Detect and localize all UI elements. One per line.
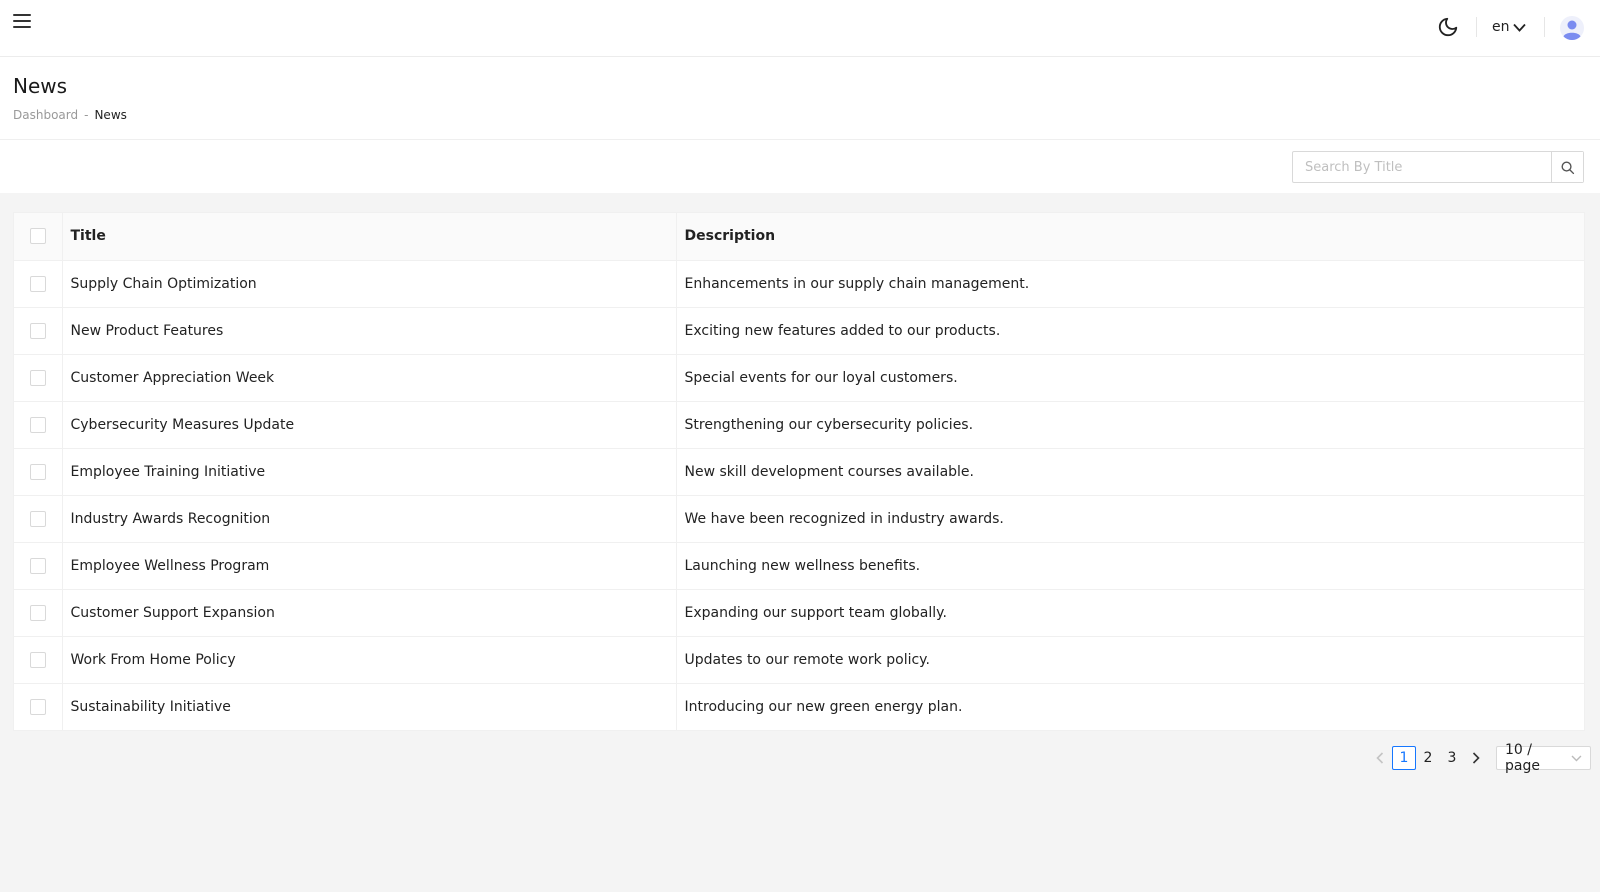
table-row[interactable]: Cybersecurity Measures Update Strengtheni… — [14, 401, 1584, 449]
moon-icon[interactable] — [1437, 16, 1459, 38]
row-select-cell — [14, 260, 63, 308]
row-checkbox[interactable] — [29, 557, 46, 574]
row-checkbox[interactable] — [29, 416, 46, 433]
divider — [1476, 17, 1477, 37]
cell-title: Sustainability Initiative — [62, 683, 677, 730]
cell-description: Updates to our remote work policy. — [676, 636, 1584, 684]
language-selector[interactable]: en — [1492, 18, 1526, 36]
cell-description: Expanding our support team globally. — [676, 589, 1584, 637]
page-size-value: 10 / page — [1505, 742, 1540, 774]
pagination: 123 10 / page — [1368, 742, 1591, 774]
chevron-right-icon — [1472, 752, 1480, 764]
row-select-cell — [14, 448, 63, 496]
table-header-row: Title Description — [14, 213, 1584, 261]
cell-description: Launching new wellness benefits. — [676, 542, 1584, 590]
table-row[interactable]: Employee Training Initiative New skill de… — [14, 448, 1584, 496]
table-toolbar — [0, 140, 1600, 193]
table-row[interactable]: Employee Wellness Program Launching new w… — [14, 542, 1584, 590]
row-select-cell — [14, 683, 63, 730]
row-checkbox[interactable] — [29, 604, 46, 621]
row-select-cell — [14, 495, 63, 543]
cell-title: Supply Chain Optimization — [62, 260, 677, 308]
row-checkbox[interactable] — [29, 322, 46, 339]
table-row[interactable]: Supply Chain Optimization Enhancements in… — [14, 260, 1584, 308]
search-input[interactable] — [1293, 152, 1551, 182]
page-2-button[interactable]: 2 — [1416, 746, 1440, 770]
chevron-down-icon — [1512, 23, 1526, 32]
row-checkbox[interactable] — [29, 651, 46, 668]
table-row[interactable]: Sustainability Initiative Introducing our… — [14, 683, 1584, 730]
next-page-button[interactable] — [1464, 746, 1488, 770]
row-checkbox[interactable] — [29, 510, 46, 527]
news-table: Title Description Supply Chain Optimizat… — [13, 212, 1585, 731]
row-select-cell — [14, 589, 63, 637]
column-header-description[interactable]: Description — [676, 213, 1584, 261]
breadcrumb: Dashboard - News — [13, 108, 127, 122]
cell-description: Strengthening our cybersecurity policies… — [676, 401, 1584, 449]
search-icon — [1561, 161, 1575, 174]
table-row[interactable]: Customer Appreciation Week Special events… — [14, 354, 1584, 402]
select-all-checkbox[interactable] — [29, 228, 46, 245]
column-header-title[interactable]: Title — [62, 213, 677, 261]
cell-title: Customer Support Expansion — [62, 589, 677, 637]
cell-title: Work From Home Policy — [62, 636, 677, 684]
row-checkbox[interactable] — [29, 369, 46, 386]
row-select-cell — [14, 354, 63, 402]
row-checkbox[interactable] — [29, 275, 46, 292]
cell-title: Customer Appreciation Week — [62, 354, 677, 402]
cell-description: New skill development courses available. — [676, 448, 1584, 496]
page-size-select[interactable]: 10 / page — [1496, 742, 1591, 774]
divider — [1544, 17, 1545, 37]
page-header: News Dashboard - News — [0, 57, 1600, 140]
cell-title: Cybersecurity Measures Update — [62, 401, 677, 449]
page-1-button[interactable]: 1 — [1392, 746, 1416, 770]
row-select-cell — [14, 542, 63, 590]
cell-description: Introducing our new green energy plan. — [684, 698, 963, 715]
breadcrumb-current: News — [94, 108, 127, 122]
row-select-cell — [14, 636, 63, 684]
search-button[interactable] — [1551, 152, 1583, 182]
language-label: en — [1492, 19, 1510, 35]
row-select-cell — [14, 401, 63, 449]
user-avatar-icon[interactable] — [1560, 16, 1584, 41]
chevron-left-icon — [1376, 752, 1384, 764]
breadcrumb-separator: - — [84, 108, 89, 122]
cell-description: Enhancements in our supply chain managem… — [676, 260, 1584, 308]
cell-title: Employee Training Initiative — [62, 448, 677, 496]
row-checkbox[interactable] — [29, 698, 46, 715]
chevron-down-icon — [1571, 755, 1582, 761]
table-row[interactable]: Industry Awards Recognition We have been … — [14, 495, 1584, 543]
table-row[interactable]: New Product Features Exciting new feature… — [14, 307, 1584, 355]
cell-title: Industry Awards Recognition — [62, 495, 677, 543]
cell-description: Exciting new features added to our produ… — [676, 307, 1584, 355]
search-box — [1292, 151, 1584, 183]
breadcrumb-dashboard-link[interactable]: Dashboard — [13, 108, 78, 122]
cell-title: New Product Features — [62, 307, 677, 355]
row-select-cell — [14, 307, 63, 355]
table-row[interactable]: Work From Home Policy Updates to our remo… — [14, 636, 1584, 684]
table-row[interactable]: Customer Support Expansion Expanding our … — [14, 589, 1584, 637]
menu-icon[interactable] — [13, 14, 31, 30]
top-navbar: en — [0, 0, 1600, 57]
prev-page-button[interactable] — [1368, 746, 1392, 770]
page-title: News — [13, 74, 68, 98]
cell-title: Employee Wellness Program — [62, 542, 677, 590]
cell-description: Special events for our loyal customers. — [676, 354, 1584, 402]
cell-description: We have been recognized in industry awar… — [676, 495, 1584, 543]
page-3-button[interactable]: 3 — [1440, 746, 1464, 770]
select-all-cell — [14, 213, 63, 261]
row-checkbox[interactable] — [29, 463, 46, 480]
